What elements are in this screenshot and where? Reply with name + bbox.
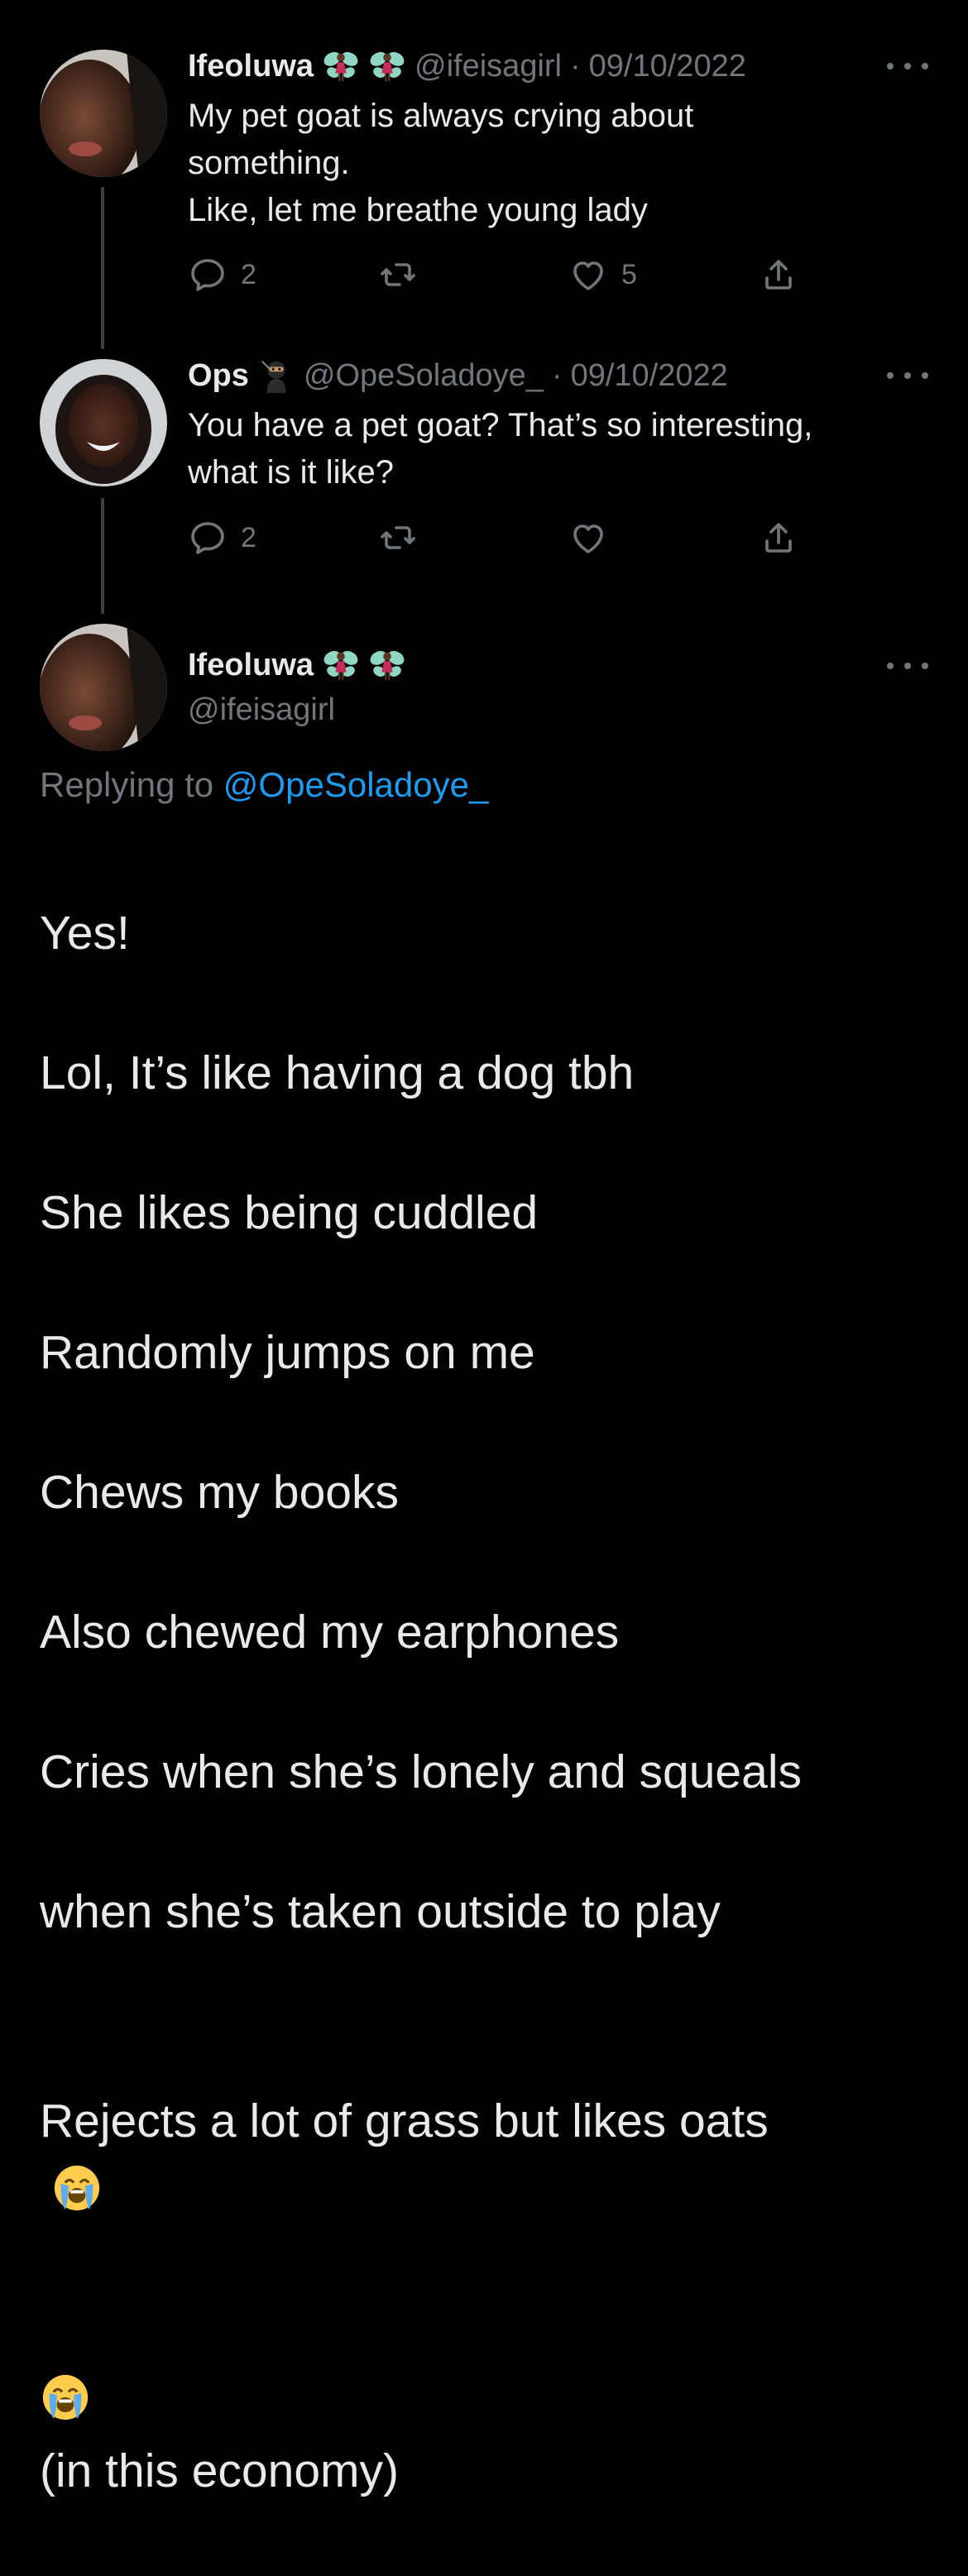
display-name[interactable]: Ops bbox=[188, 358, 249, 394]
separator: · bbox=[570, 48, 581, 84]
tweet-line: Rejects a lot of grass but likes oats bbox=[40, 2095, 769, 2147]
username[interactable]: @OpeSoladoye_ bbox=[304, 358, 544, 394]
tweet-line: Lol, It’s like having a dog tbh bbox=[40, 1046, 635, 1099]
avatar[interactable] bbox=[40, 50, 167, 177]
display-name[interactable]: Ifeoluwa bbox=[188, 49, 314, 84]
separator: · bbox=[551, 357, 563, 393]
thread-line bbox=[101, 187, 104, 349]
reply-button[interactable]: 2 bbox=[188, 517, 256, 558]
ninja-emoji bbox=[257, 357, 295, 395]
more-options-icon[interactable] bbox=[887, 658, 928, 674]
retweet-icon bbox=[378, 255, 418, 294]
tweet-actions: 2 5 bbox=[188, 254, 817, 295]
avatar[interactable] bbox=[40, 359, 167, 486]
heart-icon bbox=[568, 255, 608, 294]
timestamp[interactable]: 09/10/2022 bbox=[571, 358, 728, 394]
tweet-line: Chews my books bbox=[40, 1465, 399, 1519]
share-icon bbox=[759, 255, 798, 294]
fairy-emoji bbox=[368, 646, 406, 684]
reply-button[interactable]: 2 bbox=[188, 254, 256, 295]
reply-icon bbox=[188, 255, 228, 294]
tweet-text: You have a pet goat? That’s so interesti… bbox=[188, 407, 813, 491]
like-button[interactable]: 5 bbox=[568, 254, 637, 295]
display-name[interactable]: Ifeoluwa bbox=[188, 648, 314, 683]
tweet-line: Also chewed my earphones bbox=[40, 1605, 620, 1659]
retweet-icon bbox=[378, 518, 418, 558]
more-options-icon[interactable] bbox=[887, 58, 928, 74]
tweet-line-with-emoji: (in this economy) bbox=[40, 2296, 942, 2507]
more-options-icon[interactable] bbox=[887, 367, 928, 384]
avatar[interactable] bbox=[40, 624, 167, 751]
tweet-text: My pet goat is always crying about somet… bbox=[188, 98, 694, 228]
tweet-line-with-emoji: Rejects a lot of grass but likes oats bbox=[40, 2017, 942, 2227]
tweet-header: Ifeoluwa bbox=[188, 644, 406, 686]
tweet-line: (in this economy) bbox=[40, 2444, 399, 2497]
reply-count: 2 bbox=[241, 258, 256, 290]
fairy-emoji bbox=[322, 47, 360, 85]
tweet-line: Yes! bbox=[40, 906, 130, 960]
username[interactable]: @ifeisagirl bbox=[188, 692, 335, 728]
loudly-crying-face-emoji bbox=[40, 2372, 91, 2423]
thread-line bbox=[101, 498, 104, 614]
share-button[interactable] bbox=[759, 517, 798, 558]
replying-to: Replying to @OpeSoladoye_ bbox=[40, 765, 488, 805]
tweet-body: Yes! Lol, It’s like having a dog tbh She… bbox=[40, 828, 942, 2576]
like-button[interactable] bbox=[568, 517, 621, 558]
retweet-button[interactable] bbox=[378, 517, 431, 558]
reply-icon bbox=[188, 518, 228, 558]
share-button[interactable] bbox=[759, 254, 798, 295]
username[interactable]: @ifeisagirl bbox=[415, 49, 562, 84]
username-line: @ifeisagirl bbox=[188, 689, 335, 730]
loudly-crying-face-emoji bbox=[51, 2162, 103, 2214]
tweet-line: She likes being cuddled bbox=[40, 1185, 539, 1239]
reply-count: 2 bbox=[241, 521, 256, 553]
replying-label: Replying to bbox=[40, 765, 214, 804]
mention-link[interactable]: @OpeSoladoye_ bbox=[223, 765, 489, 804]
tweet-line: when she’s taken outside to play bbox=[40, 1884, 721, 1938]
fairy-emoji bbox=[368, 47, 406, 85]
tweet-actions: 2 bbox=[188, 517, 817, 558]
tweet-header: Ops @OpeSoladoye_ · 09/10/2022 bbox=[188, 355, 728, 396]
fairy-emoji bbox=[322, 646, 360, 684]
like-count: 5 bbox=[621, 258, 637, 290]
tweet-header: Ifeoluwa @ifeisagirl · 09/10/2022 bbox=[188, 45, 746, 87]
timestamp[interactable]: 09/10/2022 bbox=[589, 49, 746, 84]
retweet-button[interactable] bbox=[378, 254, 431, 295]
share-icon bbox=[759, 518, 798, 558]
tweet-line: Cries when she’s lonely and squeals bbox=[40, 1745, 802, 1798]
tweet-line: Randomly jumps on me bbox=[40, 1325, 535, 1379]
heart-icon bbox=[568, 518, 608, 558]
